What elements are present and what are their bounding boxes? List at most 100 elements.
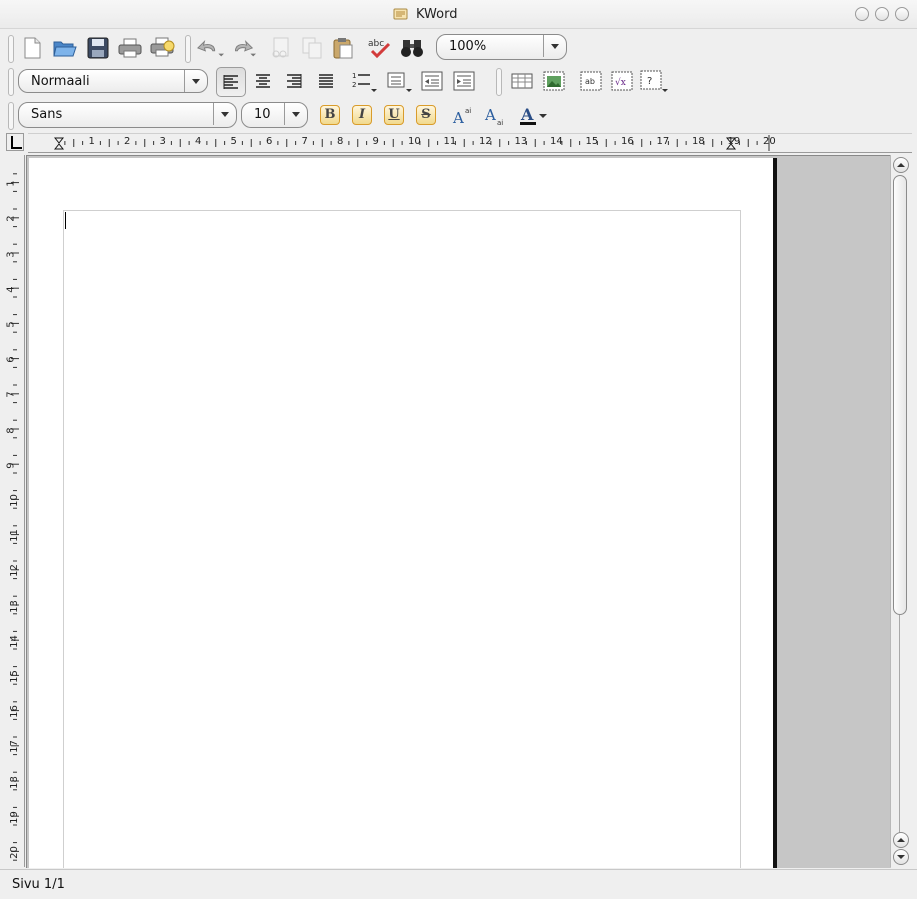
cut-button[interactable] [266,34,294,62]
ruler-label: 3 [5,250,17,258]
decrease-indent-button[interactable] [418,67,446,95]
find-button[interactable] [398,34,426,62]
ruler-label: 16 [8,705,20,719]
save-document-button[interactable] [84,34,112,62]
align-center-button[interactable] [249,67,277,95]
redo-button[interactable] [228,34,256,62]
first-line-indent-marker [53,137,65,150]
ruler-label: 2 [5,215,17,223]
align-justify-icon [319,74,333,88]
zoom-combo[interactable]: 100% [436,34,567,60]
svg-text:ai: ai [497,119,503,126]
toolbar-grip[interactable] [8,102,14,130]
italic-button[interactable]: I [352,105,372,125]
tab-stop-selector[interactable] [6,133,24,151]
spellcheck-button[interactable]: abc [366,34,394,62]
toolbar-grip[interactable] [496,68,502,96]
paragraph-style-combo[interactable]: Normaali [18,69,208,93]
horizontal-ruler[interactable]: 1 2 3 4 5 6 7 8 9 10 11 12 13 14 15 16 17 18 19 20 [28,133,912,153]
insert-text-frame-button[interactable]: ab [577,67,605,95]
align-left-button[interactable] [216,67,246,97]
folder-open-icon [53,41,77,57]
scroll-down-button[interactable] [893,849,909,865]
numbered-list-button[interactable]: 12 [350,67,378,95]
ruler-label: 13 [8,599,20,613]
svg-text:1: 1 [352,72,356,80]
svg-text:ai: ai [465,107,471,115]
document-canvas[interactable] [26,155,891,868]
open-document-button[interactable] [51,34,79,62]
insert-picture-button[interactable] [540,67,568,95]
binoculars-icon [401,40,423,57]
print-button[interactable] [116,34,144,62]
subscript-button[interactable]: Aai [481,101,509,129]
ruler-label: 12 [8,564,20,578]
document-page[interactable] [29,158,777,868]
align-justify-button[interactable] [312,67,340,95]
ruler-label: 1 [5,180,17,187]
ruler-label: 2 [124,136,131,147]
close-button[interactable] [895,7,909,21]
zoom-value: 100% [449,39,487,54]
vertical-scrollbar[interactable] [890,155,911,867]
print-preview-button[interactable] [149,34,177,62]
toolbar-grip[interactable] [8,68,14,96]
svg-text:?: ? [647,76,652,87]
superscript-button[interactable]: Aai [449,101,477,129]
bullet-list-button[interactable] [385,67,413,95]
increase-indent-button[interactable] [450,67,478,95]
bold-button[interactable]: B [320,105,340,125]
ruler-label: 9 [372,136,379,147]
paragraph-style-value: Normaali [31,74,90,89]
svg-text:A: A [452,109,464,126]
text-cursor [65,212,66,229]
align-right-button[interactable] [280,67,308,95]
undo-button[interactable] [196,34,224,62]
cut-icon [272,37,289,58]
ruler-label: 17 [656,136,670,147]
scroll-up-button[interactable] [893,832,909,848]
underline-button[interactable]: U [384,105,404,125]
copy-button[interactable] [298,34,326,62]
chevron-down-icon[interactable] [184,70,207,92]
superscript-icon: Aai [452,107,471,126]
font-size-value: 10 [254,107,271,122]
font-family-combo[interactable]: Sans [18,102,237,128]
vertical-ruler[interactable]: 1 2 3 4 5 6 7 8 9 10 11 12 13 14 15 16 17 18 19 20 [6,155,25,867]
bullet-list-icon [387,72,412,92]
chevron-down-icon[interactable] [543,35,566,57]
ruler-label: 20 [8,846,20,859]
svg-text:abc: abc [368,39,384,49]
copy-icon [302,37,322,59]
spellcheck-icon: abc [368,39,391,59]
new-document-button[interactable] [18,34,46,62]
insert-table-button[interactable] [508,67,536,95]
insert-formula-button[interactable]: √x [608,67,636,95]
svg-text:ab: ab [585,77,595,86]
strikethrough-button[interactable]: S [416,105,436,125]
window-title: KWord [416,7,458,22]
insert-part-button[interactable]: ? [640,67,668,95]
scrollbar-thumb[interactable] [893,175,907,615]
font-size-combo[interactable]: 10 [241,102,308,128]
vertical-ruler-ticks [11,173,19,861]
text-color-icon: A [520,105,547,125]
numbered-list-icon: 12 [352,72,377,92]
arrow-down-icon [897,855,905,859]
scrollbar-track[interactable] [899,615,900,835]
picture-icon [543,71,565,91]
chevron-down-icon[interactable] [213,103,236,125]
align-center-icon [256,74,270,88]
maximize-button[interactable] [875,7,889,21]
scroll-up-button[interactable] [893,157,909,173]
table-icon [511,73,533,89]
chevron-down-icon[interactable] [284,103,307,125]
ruler-label: 14 [550,136,563,147]
toolbar-grip[interactable] [8,35,14,63]
minimize-button[interactable] [855,7,869,21]
formula-icon: √x [611,71,633,91]
text-color-button[interactable]: A [518,101,550,129]
paste-button[interactable] [329,34,357,62]
text-frame[interactable] [63,210,741,868]
toolbar-grip[interactable] [185,35,191,63]
